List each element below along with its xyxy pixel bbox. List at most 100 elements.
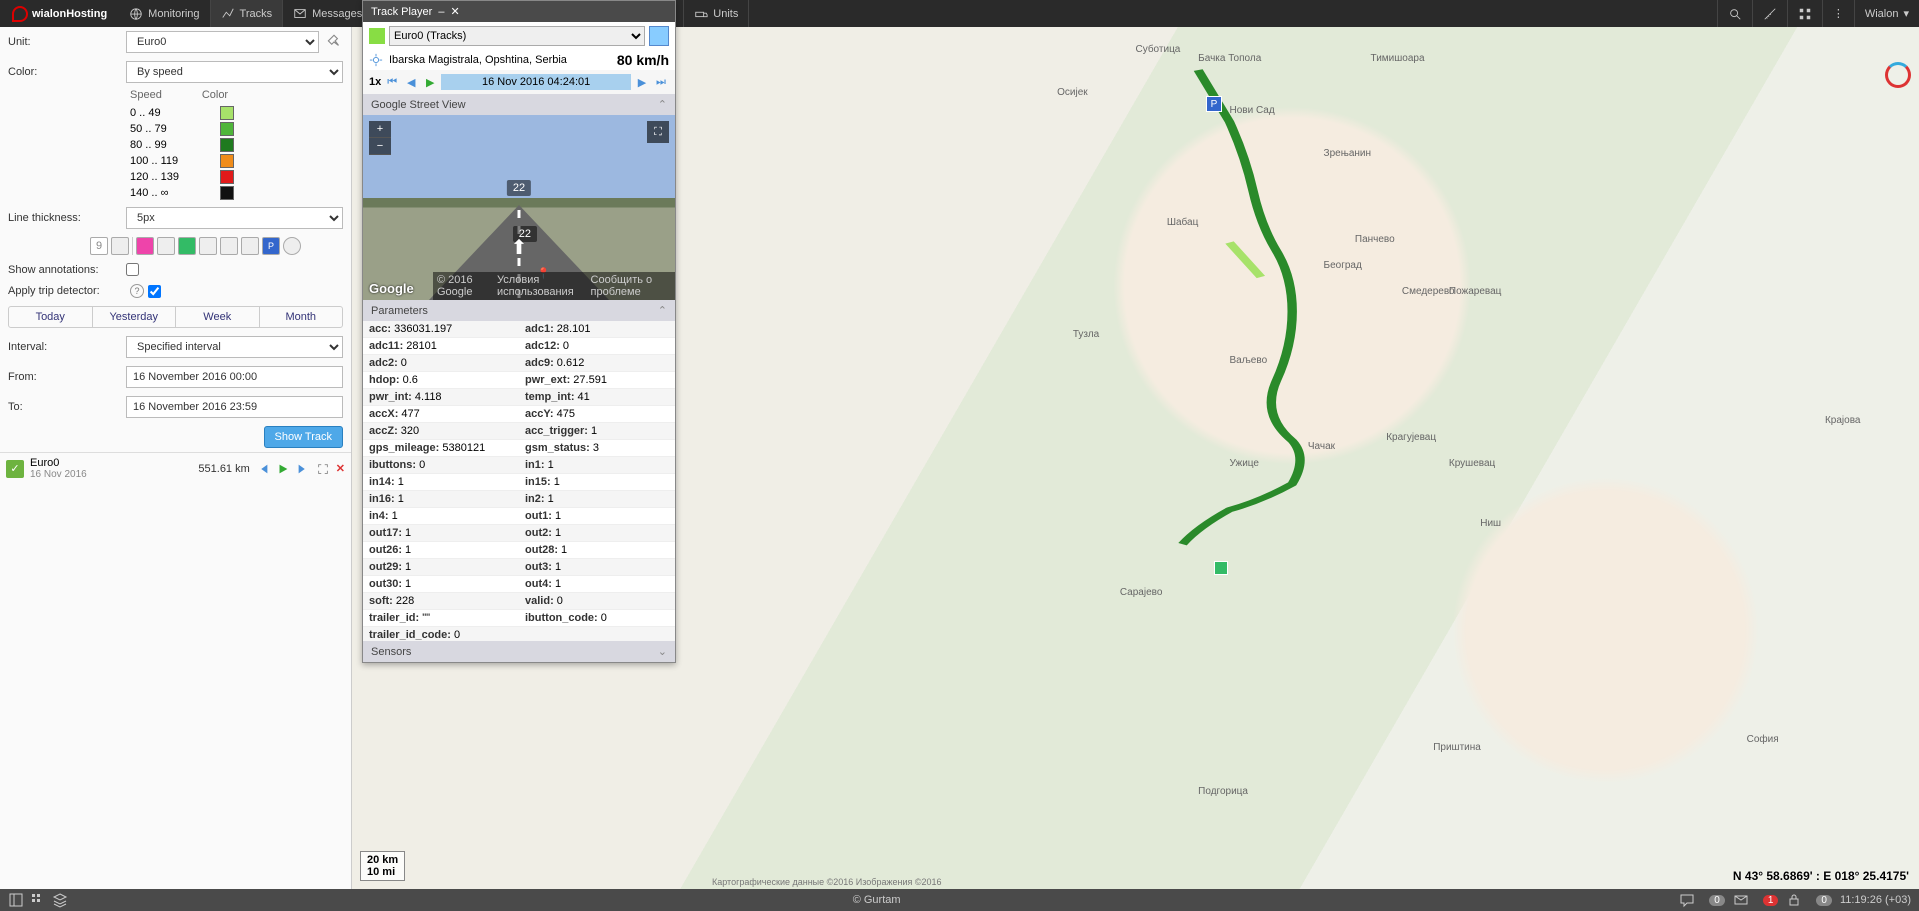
next-button[interactable]: ▶ <box>634 74 650 90</box>
sv-expand-icon[interactable]: ⛶ <box>647 121 669 143</box>
param-cell: in15: 1 <box>519 474 675 491</box>
param-cell: in4: 1 <box>363 508 519 525</box>
apps-button[interactable] <box>1787 0 1822 27</box>
map-scale: 20 km10 mi <box>360 851 405 881</box>
tool-b[interactable] <box>157 237 175 255</box>
param-cell: adc9: 0.612 <box>519 355 675 372</box>
interval-select[interactable]: Specified interval <box>126 336 343 358</box>
sensors-header[interactable]: Sensors⌄ <box>363 641 675 662</box>
tripdetector-checkbox[interactable] <box>148 285 161 298</box>
show-track-button[interactable]: Show Track <box>264 426 343 448</box>
unit-select[interactable]: Euro0 <box>126 31 319 53</box>
param-cell: out17: 1 <box>363 525 519 542</box>
legend-row: 80 .. 99 <box>130 137 343 153</box>
color-select[interactable]: By speed <box>126 61 343 83</box>
search-button[interactable] <box>1717 0 1752 27</box>
sv-zoom[interactable]: +− <box>369 121 391 155</box>
topbar: wialonHosting Monitoring Tracks Messages… <box>0 0 1919 27</box>
legend-row: 120 .. 139 <box>130 169 343 185</box>
tool-f[interactable] <box>283 237 301 255</box>
player-unit-select[interactable]: Euro0 (Tracks) <box>389 26 645 46</box>
tab-week[interactable]: Week <box>176 307 260 327</box>
search-icon <box>1728 7 1742 21</box>
tab-today[interactable]: Today <box>9 307 93 327</box>
nav-messages[interactable]: Messages <box>283 0 373 27</box>
minimize-icon[interactable]: – <box>438 6 444 18</box>
param-cell: acc: 336031.197 <box>363 321 519 338</box>
copyright: © Gurtam <box>853 894 901 906</box>
tool-c[interactable] <box>199 237 217 255</box>
to-label: To: <box>8 401 126 413</box>
params-panel: acc: 336031.197adc1: 28.101adc11: 28101a… <box>363 321 675 641</box>
mail-icon[interactable] <box>1733 892 1749 908</box>
panel-icon[interactable] <box>8 892 24 908</box>
messages-icon <box>293 7 307 21</box>
tool-d[interactable] <box>220 237 238 255</box>
player-timestamp: 16 Nov 2016 04:24:01 <box>441 74 631 90</box>
fit-icon[interactable] <box>316 462 330 476</box>
picture-button[interactable] <box>649 26 669 46</box>
param-cell: trailer_id_code: 0 <box>363 627 519 641</box>
param-cell: out29: 1 <box>363 559 519 576</box>
prev-button[interactable]: ◀ <box>403 74 419 90</box>
sv-arrow-icon[interactable]: ⬆ <box>511 235 528 260</box>
account-menu[interactable]: Wialon ▾ <box>1854 0 1919 27</box>
pin-icon[interactable] <box>325 33 343 51</box>
delete-track-icon[interactable]: ✕ <box>336 462 345 475</box>
param-cell: adc2: 0 <box>363 355 519 372</box>
player-title-text: Track Player <box>371 6 432 18</box>
tool-fuel[interactable] <box>178 237 196 255</box>
nav-monitoring[interactable]: Monitoring <box>119 0 210 27</box>
tool-marker[interactable] <box>136 237 154 255</box>
measure-button[interactable] <box>1752 0 1787 27</box>
track-check-icon[interactable]: ✓ <box>6 460 24 478</box>
play-button[interactable]: ▶ <box>422 74 438 90</box>
streetview-panel[interactable]: +− ⛶ 22 22 ⬆ 📍 Google © 2016 GoogleУслов… <box>363 115 675 300</box>
chat-icon[interactable] <box>1679 892 1695 908</box>
from-input[interactable] <box>126 366 343 388</box>
skip-last-icon[interactable] <box>296 462 310 476</box>
tab-yesterday[interactable]: Yesterday <box>93 307 177 327</box>
tool-e[interactable] <box>241 237 259 255</box>
to-input[interactable] <box>126 396 343 418</box>
annotations-checkbox[interactable] <box>126 263 139 276</box>
tab-month[interactable]: Month <box>260 307 343 327</box>
fuel-marker[interactable] <box>1214 561 1228 575</box>
first-button[interactable]: ⏮ <box>384 74 400 90</box>
player-speed: 80 km/h <box>617 52 669 68</box>
params-header[interactable]: Parameters⌃ <box>363 300 675 321</box>
map-attribution: Картографические данные ©2016 Изображени… <box>712 877 942 887</box>
skip-first-icon[interactable] <box>256 462 270 476</box>
lock-icon[interactable] <box>1786 892 1802 908</box>
nav-tracks[interactable]: Tracks <box>211 0 284 27</box>
unit-color-icon <box>369 28 385 44</box>
last-button[interactable]: ⏭ <box>653 74 669 90</box>
interval-label: Interval: <box>8 341 126 353</box>
track-toolbar: 9 P <box>0 233 351 259</box>
tool-a[interactable] <box>111 237 129 255</box>
menu-button[interactable]: ⋮ <box>1822 0 1854 27</box>
parking-marker[interactable]: P <box>1206 96 1222 112</box>
close-icon[interactable]: ✕ <box>450 5 459 18</box>
legend-row: 50 .. 79 <box>130 121 343 137</box>
param-cell: gps_mileage: 5380121 <box>363 440 519 457</box>
compass-icon[interactable] <box>1885 62 1911 88</box>
tool-num[interactable]: 9 <box>90 237 108 255</box>
tool-parking[interactable]: P <box>262 237 280 255</box>
nav-units[interactable]: Units <box>684 0 749 27</box>
help-icon[interactable]: ? <box>130 284 144 298</box>
player-titlebar[interactable]: Track Player – ✕ <box>363 1 675 22</box>
param-cell: in14: 1 <box>363 474 519 491</box>
tripdetector-label: Apply trip detector: <box>8 285 126 297</box>
param-cell: accZ: 320 <box>363 423 519 440</box>
param-cell: valid: 0 <box>519 593 675 610</box>
param-cell: out30: 1 <box>363 576 519 593</box>
param-cell: ibutton_code: 0 <box>519 610 675 627</box>
streetview-header[interactable]: Google Street View⌃ <box>363 94 675 115</box>
grid-small-icon[interactable] <box>30 892 46 908</box>
play-icon[interactable] <box>276 462 290 476</box>
thickness-select[interactable]: 5px <box>126 207 343 229</box>
layers-icon[interactable] <box>52 892 68 908</box>
param-cell: out2: 1 <box>519 525 675 542</box>
playback-rate[interactable]: 1x <box>369 76 381 88</box>
